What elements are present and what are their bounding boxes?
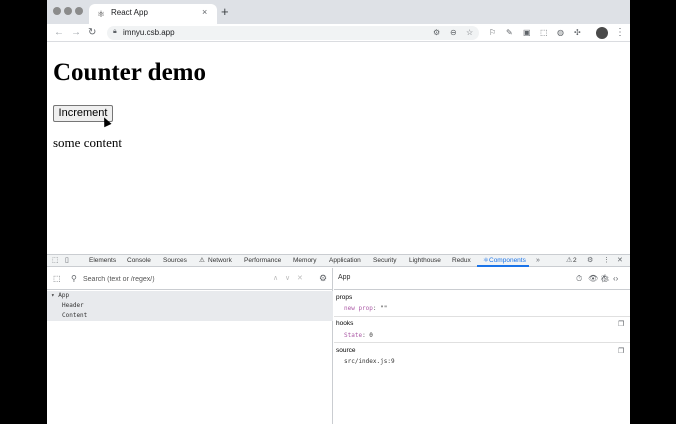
inspect-element-icon[interactable]: ⬚ (52, 256, 59, 266)
select-component-icon[interactable]: ⬚ (53, 274, 61, 283)
bookmark-star-icon[interactable]: ☆ (466, 28, 473, 38)
extension-1-icon[interactable]: ⚐ (489, 28, 496, 38)
log-data-icon[interactable]: 🐞︎ (600, 274, 610, 284)
hook-key: State (344, 332, 363, 339)
fullscreen-window-icon[interactable] (75, 7, 83, 15)
component-tree-pane: ⬚ ⚲ ∧ ∨ ✕ ⚙︎ ▾ App Header Content (47, 268, 333, 424)
tab-application[interactable]: Application (329, 256, 361, 266)
source-location[interactable]: src/index.js:9 (344, 358, 395, 365)
active-tab-indicator (477, 265, 529, 267)
page-viewport: Counter demo Increment some content (47, 43, 630, 254)
browser-window: ⚛ React App × + ← → ↻ 🔒︎ imnyu.csb.app ⚙… (47, 0, 630, 424)
tab-elements[interactable]: Elements (89, 256, 116, 266)
browser-toolbar: ← → ↻ 🔒︎ imnyu.csb.app ⚙︎ ⊖ ☆ ⚐ ✎ ▣ ⬚ ◍ … (47, 24, 630, 42)
close-window-icon[interactable] (53, 7, 61, 15)
minimize-window-icon[interactable] (64, 7, 72, 15)
tree-item-app[interactable]: ▾ App (47, 291, 333, 301)
search-next-icon[interactable]: ∨ (285, 274, 290, 282)
tab-memory[interactable]: Memory (293, 256, 316, 266)
copy-hooks-icon[interactable]: ❐ (618, 320, 624, 328)
forward-button[interactable]: → (71, 26, 81, 40)
more-tabs-icon[interactable]: » (536, 256, 540, 266)
prop-row[interactable]: new prop: "" (344, 305, 387, 312)
react-favicon-icon: ⚛ (96, 9, 106, 19)
tree-item-content[interactable]: Content (47, 311, 333, 321)
components-settings-icon[interactable]: ⚙︎ (319, 273, 327, 284)
devtools-settings-icon[interactable]: ⚙︎ (587, 256, 593, 266)
reload-button[interactable]: ↻ (88, 26, 96, 40)
devtools-close-icon[interactable]: ✕ (617, 256, 623, 266)
inspect-dom-icon[interactable]: 👁︎ (588, 274, 598, 284)
hook-value: 0 (369, 332, 373, 339)
warning-icon[interactable]: ⚠ (566, 256, 572, 266)
warning-count: 2 (573, 257, 577, 264)
tab-sources[interactable]: Sources (163, 256, 187, 266)
extension-3-icon[interactable]: ▣ (523, 28, 531, 38)
tab-redux[interactable]: Redux (452, 256, 471, 266)
extension-5-icon[interactable]: ◍ (557, 28, 564, 38)
tab-lighthouse[interactable]: Lighthouse (409, 256, 441, 266)
hooks-title: hooks (336, 320, 354, 327)
prop-key: new prop (344, 305, 373, 312)
site-settings-icon[interactable]: ⚙︎ (433, 28, 440, 38)
tab-performance[interactable]: Performance (244, 256, 281, 266)
tab-close-icon[interactable]: × (202, 7, 207, 17)
extension-2-icon[interactable]: ✎ (506, 28, 513, 38)
component-search-input[interactable] (83, 273, 263, 285)
url-text: imnyu.csb.app (123, 28, 175, 37)
component-inspector-pane: App ⏱︎ 👁︎ 🐞︎ ‹› props new prop: "" hooks… (334, 268, 630, 424)
page-heading: Counter demo (53, 59, 207, 86)
hooks-section: hooks ❐ State: 0 (334, 317, 630, 343)
tab-title: React App (111, 8, 148, 17)
inspector-header: App ⏱︎ 👁︎ 🐞︎ ‹› (334, 268, 630, 290)
hook-row[interactable]: State: 0 (344, 332, 373, 339)
content-paragraph: some content (53, 135, 122, 150)
suspend-icon[interactable]: ⏱︎ (576, 274, 582, 284)
component-search-row: ⬚ ⚲ ∧ ∨ ✕ ⚙︎ (47, 268, 333, 290)
prop-value: "" (380, 305, 388, 312)
tab-network[interactable]: Network (208, 256, 232, 266)
search-prev-icon[interactable]: ∧ (273, 274, 278, 282)
back-button[interactable]: ← (54, 26, 64, 40)
devtools-panel: ⬚ ▯ Elements Console Sources ⚠ Network P… (47, 254, 630, 424)
network-warning-icon: ⚠ (199, 257, 205, 264)
tree-item-header[interactable]: Header (47, 301, 333, 311)
selected-component-name: App (338, 274, 351, 281)
address-bar[interactable]: 🔒︎ imnyu.csb.app ⚙︎ ⊖ ☆ (107, 26, 479, 40)
device-toolbar-icon[interactable]: ▯ (65, 256, 69, 266)
source-section: source ❐ src/index.js:9 (334, 343, 630, 369)
props-title: props (336, 294, 353, 301)
devtools-tab-bar: ⬚ ▯ Elements Console Sources ⚠ Network P… (47, 255, 630, 267)
browser-menu-icon[interactable]: ⋮ (615, 27, 625, 39)
extensions-puzzle-icon[interactable]: ✣ (574, 28, 581, 38)
props-section: props new prop: "" (334, 291, 630, 317)
profile-avatar[interactable] (596, 27, 608, 39)
extension-4-icon[interactable]: ⬚ (540, 28, 548, 38)
source-title: source (336, 347, 356, 354)
tab-strip: ⚛ React App × + (47, 0, 630, 24)
tab-console[interactable]: Console (127, 256, 151, 266)
lock-icon: 🔒︎ (113, 28, 117, 35)
tab-security[interactable]: Security (373, 256, 396, 266)
view-source-icon[interactable]: ‹› (613, 274, 618, 284)
browser-tab[interactable]: ⚛ React App × (89, 4, 217, 24)
zoom-icon[interactable]: ⊖ (450, 28, 457, 38)
new-tab-button[interactable]: + (221, 4, 229, 20)
search-icon: ⚲ (71, 274, 77, 283)
devtools-menu-icon[interactable]: ⋮ (603, 256, 610, 266)
search-clear-icon[interactable]: ✕ (297, 274, 303, 282)
copy-source-icon[interactable]: ❐ (618, 347, 624, 355)
